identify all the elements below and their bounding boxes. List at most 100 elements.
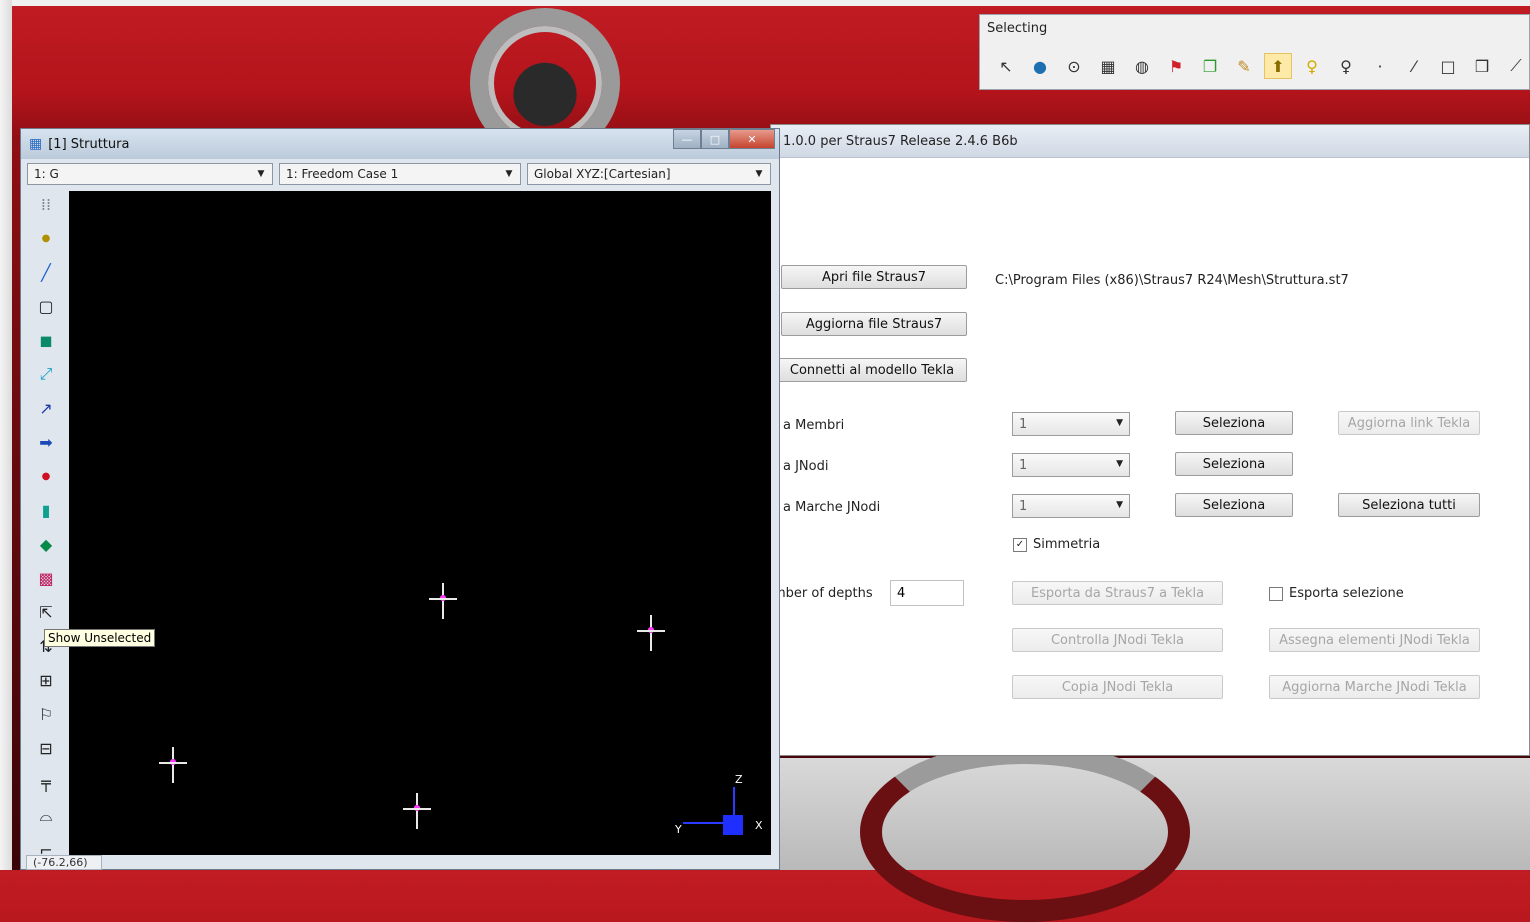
marche-jnodi-select-button[interactable]: Seleziona: [1175, 493, 1293, 517]
open-straus7-button[interactable]: Apri file Straus7: [781, 265, 967, 289]
frame-icon[interactable]: ⊟: [31, 733, 61, 763]
chevron-down-icon: ▼: [257, 169, 265, 179]
chevron-down-icon: ▼: [755, 169, 763, 179]
membri-select-button[interactable]: Seleziona: [1175, 411, 1293, 435]
marker-icon[interactable]: ♀: [1332, 53, 1360, 79]
update-marks-jnodi-tekla-button[interactable]: Aggiorna Marche JNodi Tekla: [1269, 675, 1480, 699]
membri-combo-value: 1: [1019, 416, 1028, 432]
model-node[interactable]: [637, 615, 665, 651]
jnodi-label: a JNodi: [783, 459, 829, 474]
main-app-window: 1.0.0 per Straus7 Release 2.4.6 B6b Apri…: [770, 124, 1530, 756]
plate-icon[interactable]: ▢: [31, 291, 61, 321]
axis-x-label: X: [755, 819, 763, 832]
group-dropdown-value: 1: G: [34, 167, 59, 181]
line-icon[interactable]: ⁄: [1400, 53, 1428, 79]
group-dropdown[interactable]: 1: G ▼: [27, 163, 273, 185]
main-window-titlebar: 1.0.0 per Straus7 Release 2.4.6 B6b: [771, 125, 1529, 158]
model-viewport[interactable]: Z Y X: [69, 191, 771, 855]
path-icon[interactable]: ↗: [31, 393, 61, 423]
minimize-button[interactable]: —: [673, 129, 701, 149]
axis-line: [683, 822, 723, 824]
maximize-button[interactable]: □: [701, 129, 729, 149]
coord-dropdown-value: Global XYZ:[Cartesian]: [534, 167, 671, 181]
symmetry-label: Simmetria: [1033, 537, 1101, 552]
update-tekla-link-button[interactable]: Aggiorna link Tekla: [1338, 411, 1480, 435]
export-selection-label: Esporta selezione: [1289, 586, 1404, 601]
lasso-icon[interactable]: ⊙: [1060, 53, 1088, 79]
pointer-icon[interactable]: ↖: [992, 53, 1020, 79]
pencil-icon[interactable]: ✎: [1230, 53, 1258, 79]
chevron-down-icon: ▼: [1116, 500, 1123, 510]
jnodi-combo[interactable]: 1 ▼: [1012, 453, 1130, 477]
beam-icon[interactable]: ╱: [31, 257, 61, 287]
copy-icon[interactable]: ❐: [1196, 53, 1224, 79]
export-straus7-to-tekla-button[interactable]: Esporta da Straus7 a Tekla: [1012, 581, 1223, 605]
coordinate-system-dropdown[interactable]: Global XYZ:[Cartesian] ▼: [527, 163, 771, 185]
grid-app-icon: ▦: [29, 136, 43, 152]
checkbox-checked-icon: ✓: [1013, 537, 1027, 552]
tag-icon[interactable]: ◆: [31, 529, 61, 559]
table-icon[interactable]: ⊞: [31, 665, 61, 695]
coordinate-status: (-76.2,66): [26, 855, 102, 870]
connect-tekla-button[interactable]: Connetti al modello Tekla: [777, 358, 967, 382]
cylinder-icon[interactable]: ▮: [31, 495, 61, 525]
flag-icon[interactable]: ⚑: [1162, 53, 1190, 79]
freedom-case-dropdown[interactable]: 1: Freedom Case 1 ▼: [279, 163, 521, 185]
dots-grid-icon[interactable]: ⁞⁞: [31, 189, 61, 219]
desktop-ring-graphic-lower: [860, 742, 1190, 922]
marche-jnodi-combo-value: 1: [1019, 498, 1028, 514]
symmetry-checkbox[interactable]: ✓ Simmetria: [1013, 537, 1100, 552]
struttura-title: [1] Struttura: [48, 136, 130, 152]
dot-icon[interactable]: ·: [1366, 53, 1394, 79]
load-arrow-icon[interactable]: ➡: [31, 427, 61, 457]
model-node[interactable]: [403, 793, 431, 829]
link-icon[interactable]: ⤢: [31, 359, 61, 389]
shell-icon[interactable]: ⌓: [31, 801, 61, 831]
checkbox-unchecked-icon: [1269, 586, 1283, 601]
globe-icon[interactable]: ●: [1026, 53, 1054, 79]
vertex-icon[interactable]: ●: [31, 461, 61, 491]
jnodi-select-button[interactable]: Seleziona: [1175, 452, 1293, 476]
chevron-down-icon: ▼: [1116, 459, 1123, 469]
model-node[interactable]: [159, 747, 187, 783]
membri-combo[interactable]: 1 ▼: [1012, 412, 1130, 436]
desktop-left-edge: [0, 0, 12, 870]
cube-icon[interactable]: ❒: [1468, 53, 1496, 79]
depths-label: mber of depths: [773, 586, 873, 601]
file-path-label: C:\Program Files (x86)\Straus7 R24\Mesh\…: [995, 273, 1349, 288]
check-jnodi-tekla-button[interactable]: Controlla JNodi Tekla: [1012, 628, 1223, 652]
pin-active-icon[interactable]: ⬆: [1264, 53, 1292, 79]
model-node[interactable]: [429, 583, 457, 619]
sphere-icon[interactable]: ◍: [1128, 53, 1156, 79]
show-unselected-tooltip: Show Unselected: [44, 629, 156, 647]
main-window-title: 1.0.0 per Straus7 Release 2.4.6 B6b: [783, 133, 1018, 149]
bulb-icon[interactable]: ♀: [1298, 53, 1326, 79]
freedom-dropdown-value: 1: Freedom Case 1: [286, 167, 399, 181]
flag-frame-icon[interactable]: ⚐: [31, 699, 61, 729]
chevron-down-icon: ▼: [505, 169, 513, 179]
update-straus7-button[interactable]: Aggiorna file Straus7: [781, 312, 967, 336]
marche-jnodi-label: a Marche JNodi: [783, 500, 881, 515]
axis-triad-cube: [723, 815, 743, 835]
marche-jnodi-combo[interactable]: 1 ▼: [1012, 494, 1130, 518]
jnodi-combo-value: 1: [1019, 457, 1028, 473]
polyline-icon[interactable]: ⟋: [1502, 53, 1530, 79]
export-selection-checkbox[interactable]: Esporta selezione: [1269, 586, 1404, 601]
assign-jnodi-tekla-button[interactable]: Assegna elementi JNodi Tekla: [1269, 628, 1480, 652]
node-icon[interactable]: ●: [31, 223, 61, 253]
depths-input[interactable]: 4: [890, 580, 964, 606]
membri-label: a Membri: [783, 418, 845, 433]
selecting-toolbar: Selecting ↖ ● ⊙ ▦ ◍ ⚑ ❐ ✎ ⬆ ♀ ♀ · ⁄ □ ❒ …: [979, 14, 1530, 90]
show-unselected-icon[interactable]: ⇱: [31, 597, 61, 627]
copy-jnodi-tekla-button[interactable]: Copia JNodi Tekla: [1012, 675, 1223, 699]
select-all-button[interactable]: Seleziona tutti: [1338, 493, 1480, 517]
brick-icon[interactable]: ◼: [31, 325, 61, 355]
cross-section-icon[interactable]: ╤: [31, 767, 61, 797]
grid-icon[interactable]: ▦: [1094, 53, 1122, 79]
pattern-icon[interactable]: ▩: [31, 563, 61, 593]
square-icon[interactable]: □: [1434, 53, 1462, 79]
entity-toolbar: ⁞⁞ ● ╱ ▢ ◼ ⤢ ↗ ➡ ● ▮ ◆ ▩ ⇱ ⇅ ⊞ ⚐ ⊟ ╤ ⌓ ⌐: [31, 189, 63, 869]
struttura-titlebar: ▦ [1] Struttura — □ ✕: [21, 129, 779, 159]
close-button[interactable]: ✕: [729, 129, 775, 149]
axis-z-label: Z: [735, 773, 743, 786]
